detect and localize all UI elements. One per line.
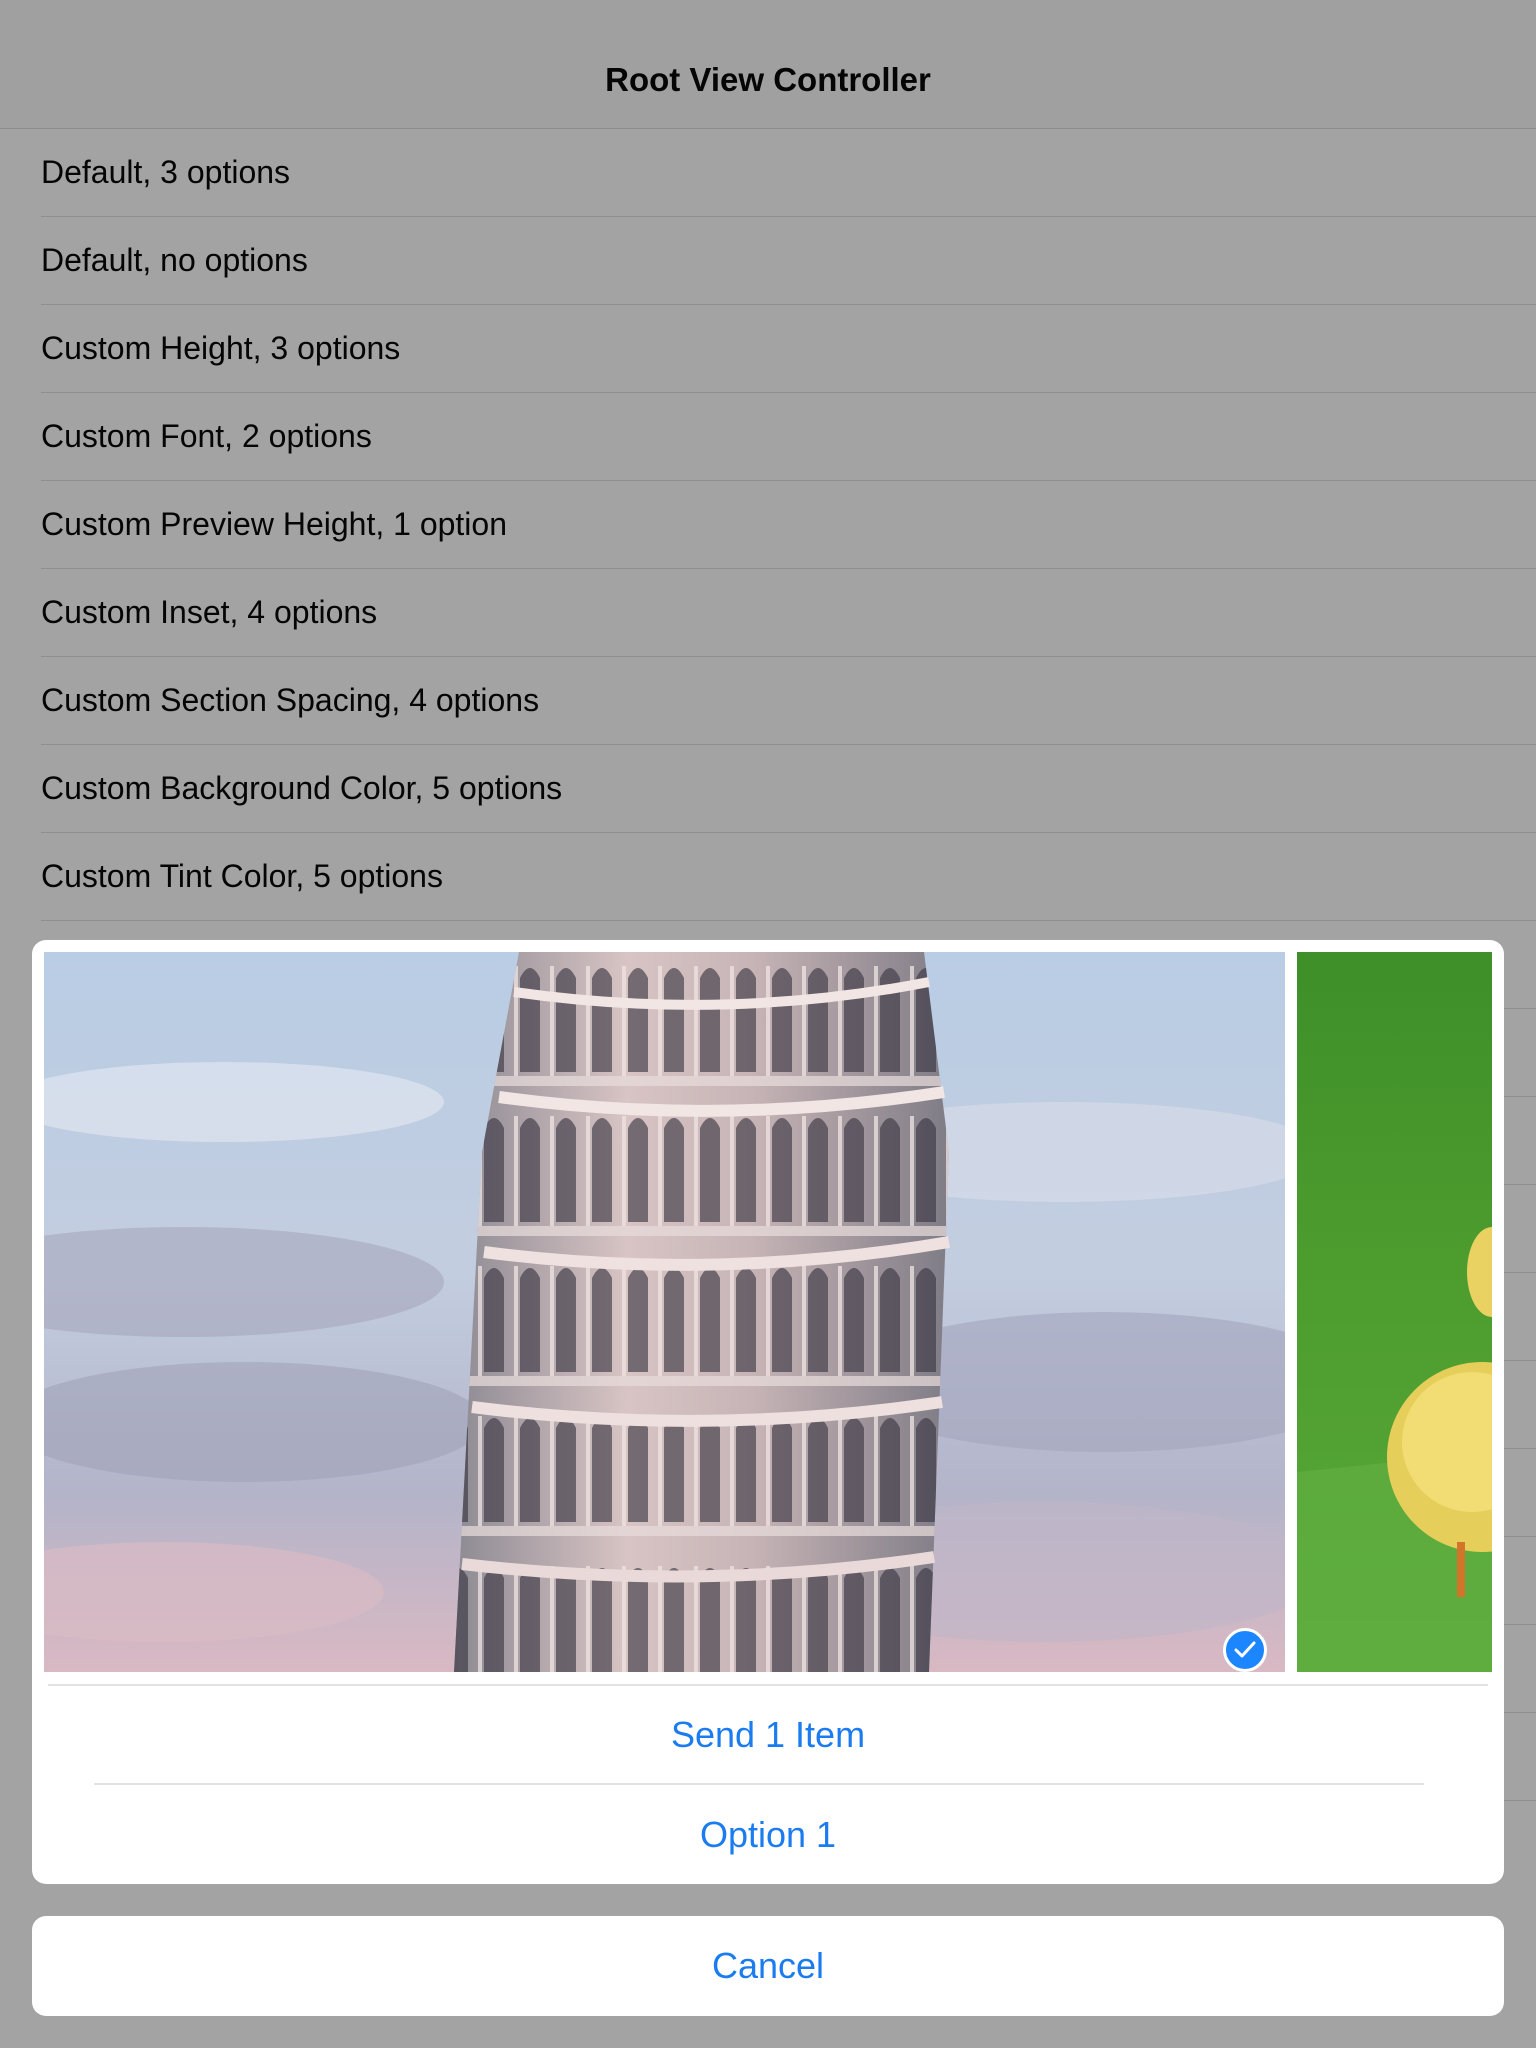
image-picker-sheet: Send 1 Item Option 1 xyxy=(32,940,1504,1884)
cancel-button[interactable]: Cancel xyxy=(32,1916,1504,2016)
row-label: Custom Tint Color, 5 options xyxy=(41,858,443,894)
selected-check-icon xyxy=(1223,1628,1267,1672)
tower-photo-image xyxy=(44,952,1285,1672)
table-row[interactable]: Custom Inset, 4 options xyxy=(0,569,1536,657)
table-row[interactable]: Default, no options xyxy=(0,217,1536,305)
option-1-button[interactable]: Option 1 xyxy=(32,1786,1504,1884)
navigation-bar: Root View Controller xyxy=(0,0,1536,129)
photo-preview-strip[interactable] xyxy=(44,952,1504,1672)
table-row[interactable]: Custom Font, 2 options xyxy=(0,393,1536,481)
table-row[interactable]: Custom Preview Height, 1 option xyxy=(0,481,1536,569)
row-label: Custom Preview Height, 1 option xyxy=(41,506,507,542)
row-label: Custom Background Color, 5 options xyxy=(41,770,563,806)
send-items-button[interactable]: Send 1 Item xyxy=(32,1686,1504,1784)
table-row[interactable]: Custom Tint Color, 5 options xyxy=(0,833,1536,921)
table-row[interactable]: Custom Height, 3 options xyxy=(0,305,1536,393)
row-label: Default, no options xyxy=(41,242,308,278)
row-label: Custom Height, 3 options xyxy=(41,330,401,366)
sheet-separator xyxy=(94,1783,1424,1785)
row-label: Custom Section Spacing, 4 options xyxy=(41,682,540,718)
row-label: Custom Inset, 4 options xyxy=(41,594,378,630)
row-label: Custom Font, 2 options xyxy=(41,418,372,454)
duckling-photo-image xyxy=(1297,952,1492,1672)
row-label: Default, 3 options xyxy=(41,154,291,190)
navigation-title: Root View Controller xyxy=(605,61,931,98)
table-row[interactable]: Default, 3 options xyxy=(0,129,1536,217)
photo-thumbnail-duckling[interactable] xyxy=(1297,952,1492,1672)
table-row[interactable]: Custom Section Spacing, 4 options xyxy=(0,657,1536,745)
photo-thumbnail-tower[interactable] xyxy=(44,952,1285,1672)
table-row[interactable]: Custom Background Color, 5 options xyxy=(0,745,1536,833)
